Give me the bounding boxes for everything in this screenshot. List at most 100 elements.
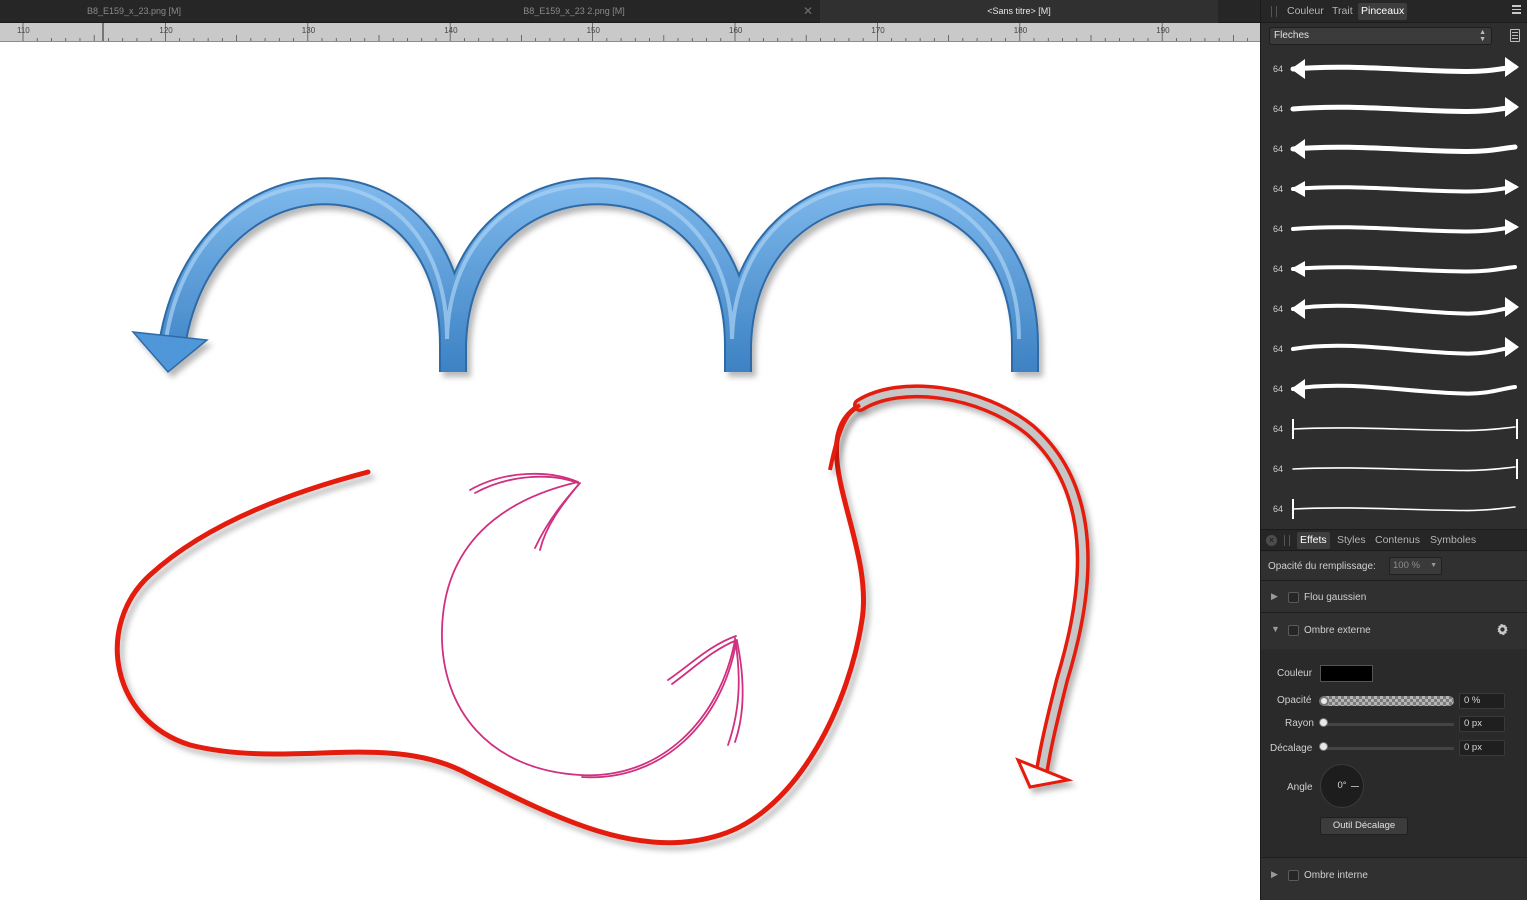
tab-trait[interactable]: Trait [1329, 3, 1356, 20]
red-freeform-stroke[interactable] [114, 402, 866, 846]
brush-category-value: Fleches [1274, 30, 1310, 41]
arrowhead [1505, 179, 1519, 195]
gaussian-blur-checkbox[interactable] [1288, 592, 1299, 603]
gear-icon[interactable] [1496, 623, 1509, 636]
brush-stroke [1291, 383, 1517, 396]
fill-opacity-select[interactable]: 100 % ▼ [1389, 557, 1442, 575]
shadow-opacity-label: Opacité [1277, 695, 1312, 706]
brush-preset[interactable]: 64 [1261, 289, 1527, 329]
ruler-scale: 110 120 130 140 150 160 170 180 190 [17, 23, 1249, 41]
slider-knob[interactable] [1319, 718, 1328, 727]
outer-shadow-checkbox[interactable] [1288, 625, 1299, 636]
fill-opacity-label: Opacité du remplissage: [1268, 561, 1376, 572]
brush-preset[interactable]: 64 [1261, 129, 1527, 169]
brush-size-label: 64 [1273, 464, 1284, 474]
brush-preview-icon [1291, 337, 1519, 357]
expand-arrow-icon[interactable]: ▶ [1271, 869, 1278, 880]
expand-arrow-icon[interactable]: ▶ [1271, 591, 1278, 602]
shadow-angle-label: Angle [1287, 782, 1313, 793]
close-panel-icon[interactable]: × [1266, 535, 1277, 546]
tab-couleur[interactable]: Couleur [1284, 3, 1327, 20]
brush-preview-icon [1292, 459, 1518, 479]
brush-stroke [1290, 104, 1518, 115]
ruler-label: 180 [1014, 26, 1028, 35]
brush-preset[interactable]: 64 [1261, 329, 1527, 369]
red-outline-arrow[interactable] [828, 384, 1090, 789]
gaussian-blur-label: Flou gaussien [1304, 592, 1367, 603]
tab-symboles[interactable]: Symboles [1427, 532, 1479, 549]
grip-icon[interactable] [1271, 6, 1277, 17]
brushes-panel-tabs: Couleur Trait Pinceaux [1261, 0, 1527, 23]
shadow-offset-slider[interactable] [1320, 747, 1454, 750]
dropdown-caret-icon: ▼ [1430, 562, 1437, 569]
brush-size-label: 64 [1273, 104, 1284, 114]
arrowhead [1291, 139, 1305, 159]
drawing-canvas[interactable] [0, 42, 1260, 900]
brush-preview-icon [1291, 219, 1519, 235]
tab-pinceaux[interactable]: Pinceaux [1358, 3, 1408, 20]
brush-preset[interactable]: 64 [1261, 169, 1527, 209]
brush-category-select[interactable]: Fleches ▲ ▼ [1269, 27, 1492, 45]
studio-panel: Couleur Trait Pinceaux Fleches ▲ ▼ 64 64 64… [1260, 0, 1527, 900]
brush-size-label: 64 [1273, 384, 1284, 394]
tab-effets[interactable]: Effets [1297, 532, 1330, 549]
brush-size-label: 64 [1273, 224, 1284, 234]
blue-arch-arrow[interactable] [131, 177, 1039, 374]
shadow-opacity-slider[interactable] [1320, 696, 1454, 706]
brush-preset[interactable]: 64 [1261, 449, 1527, 489]
brush-preview-icon [1290, 139, 1518, 159]
offset-tool-button[interactable]: Outil Décalage [1320, 817, 1408, 835]
brush-preset[interactable]: 64 [1261, 89, 1527, 129]
panel-menu-icon[interactable] [1512, 5, 1524, 17]
brush-size-label: 64 [1273, 304, 1284, 314]
slider-knob[interactable] [1319, 742, 1328, 751]
brush-preview-icon [1292, 419, 1518, 439]
brush-preset[interactable]: 64 [1261, 369, 1527, 409]
ruler-label: 120 [159, 26, 173, 35]
tab-contenus[interactable]: Contenus [1372, 532, 1423, 549]
shadow-offset-field[interactable]: 0 px [1459, 740, 1505, 756]
divider [1261, 857, 1527, 858]
brush-size-label: 64 [1273, 264, 1284, 274]
tab-styles[interactable]: Styles [1334, 532, 1369, 549]
document-tab-2[interactable]: B8_E159_x_23 2.png [M] [440, 0, 708, 23]
arrowhead [1291, 261, 1305, 277]
outer-shadow-settings: Couleur Opacité 0 % Rayon 0 px Décalage … [1261, 649, 1527, 857]
brush-preset[interactable]: 64 [1261, 409, 1527, 449]
shadow-color-swatch[interactable] [1320, 665, 1373, 682]
shadow-opacity-field[interactable]: 0 % [1459, 693, 1505, 709]
brush-preset[interactable]: 64 [1261, 489, 1527, 529]
ruler-label: 150 [587, 26, 601, 35]
select-arrows-icon: ▲ ▼ [1479, 29, 1486, 43]
arrowhead [1505, 97, 1519, 117]
shadow-radius-slider[interactable] [1320, 723, 1454, 726]
grip-icon[interactable] [1284, 535, 1290, 546]
brush-preview-icon [1291, 379, 1517, 399]
brush-stroke [1291, 265, 1517, 274]
shadow-angle-value: 0° [1337, 780, 1347, 791]
outer-shadow-label: Ombre externe [1304, 625, 1371, 636]
document-tab-1[interactable]: B8_E159_x_23.png [M] [0, 0, 268, 23]
divider [1261, 580, 1527, 581]
effects-panel-tabs: × Effets Styles Contenus Symboles [1261, 529, 1527, 551]
shadow-radius-field[interactable]: 0 px [1459, 716, 1505, 732]
slider-knob[interactable] [1319, 696, 1329, 706]
brush-size-label: 64 [1273, 64, 1284, 74]
arrowhead [1505, 337, 1519, 357]
effects-panel: Opacité du remplissage: 100 % ▼ ▶ Flou g… [1261, 552, 1527, 900]
brush-preview-icon [1291, 179, 1519, 197]
arrowhead [1291, 299, 1305, 319]
brush-preset[interactable]: 64 [1261, 49, 1527, 89]
magenta-sketch-arrow[interactable] [441, 472, 744, 779]
shadow-angle-dial[interactable]: 0° [1320, 764, 1364, 808]
document-tab-3[interactable]: <Sans titre> [M] [820, 0, 1218, 23]
brush-preset[interactable]: 64 [1261, 249, 1527, 289]
arrowhead [1505, 219, 1519, 235]
list-view-icon[interactable] [1510, 29, 1520, 42]
close-tab-icon[interactable]: ✕ [803, 4, 813, 18]
brush-preset[interactable]: 64 [1261, 209, 1527, 249]
brush-preview-icon [1292, 499, 1516, 519]
ruler-label: 130 [302, 26, 316, 35]
inner-shadow-checkbox[interactable] [1288, 870, 1299, 881]
collapse-arrow-icon[interactable]: ▼ [1271, 624, 1280, 634]
